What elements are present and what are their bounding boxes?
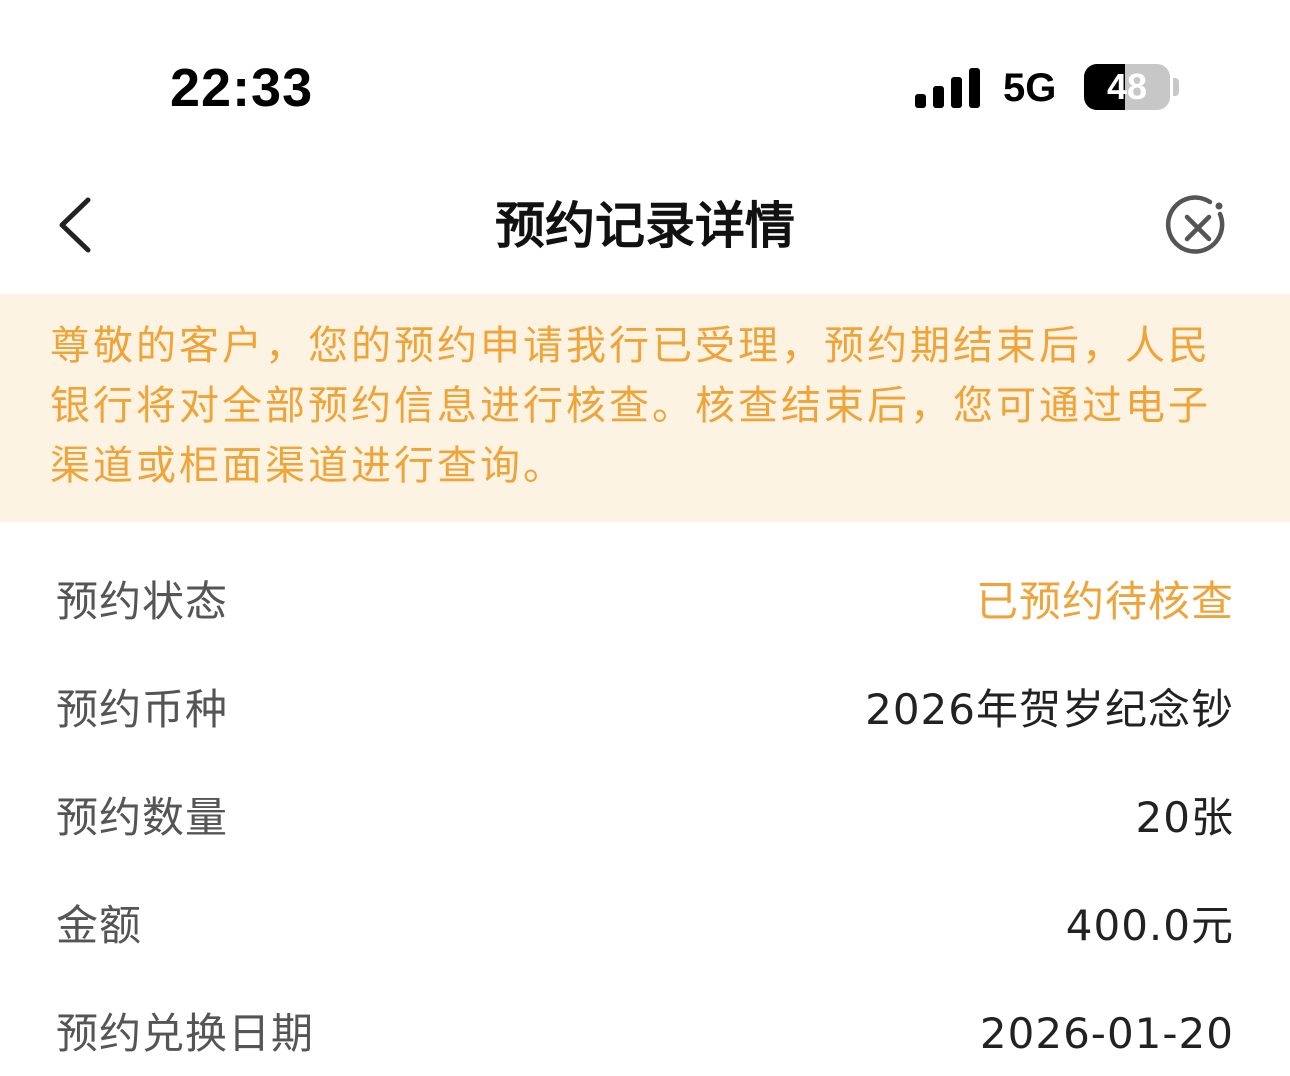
detail-label: 预约状态 [56,577,229,626]
detail-value-quantity: 20张 [1135,793,1234,842]
detail-row-status: 预约状态 已预约待核查 [0,522,1290,630]
nav-bar: 预约记录详情 [0,150,1290,294]
close-circle-icon[interactable] [1164,194,1232,262]
status-time: 22:33 [170,58,314,118]
page-title: 预约记录详情 [495,197,795,255]
status-bar: 22:33 5G 48 [0,0,1290,150]
detail-row-currency: 预约币种 2026年贺岁纪念钞 [0,630,1290,738]
network-label: 5G [1003,66,1057,110]
detail-row-quantity: 预约数量 20张 [0,738,1290,846]
detail-value-status: 已预约待核查 [975,577,1234,626]
battery-icon: 48 [1084,64,1170,110]
notice-banner: 尊敬的客户，您的预约申请我行已受理，预约期结束后，人民银行将对全部预约信息进行核… [0,294,1290,522]
notice-text: 尊敬的客户，您的预约申请我行已受理，预约期结束后，人民银行将对全部预约信息进行核… [50,323,1211,489]
detail-label: 预约币种 [56,685,229,734]
detail-list: 预约状态 已预约待核查 预约币种 2026年贺岁纪念钞 预约数量 20张 金额 … [0,522,1290,1062]
detail-label: 预约数量 [56,793,229,842]
detail-value-amount: 400.0元 [1065,901,1234,950]
battery-nub [1173,78,1179,96]
detail-label: 预约兑换日期 [56,1009,315,1058]
signal-icon [915,68,980,108]
detail-value-exchange-date: 2026-01-20 [979,1009,1234,1058]
detail-row-exchange-date: 预约兑换日期 2026-01-20 [0,954,1290,1062]
detail-value-currency: 2026年贺岁纪念钞 [865,685,1234,734]
battery-level: 48 [1106,66,1148,107]
detail-row-amount: 金额 400.0元 [0,846,1290,954]
detail-label: 金额 [56,901,143,950]
